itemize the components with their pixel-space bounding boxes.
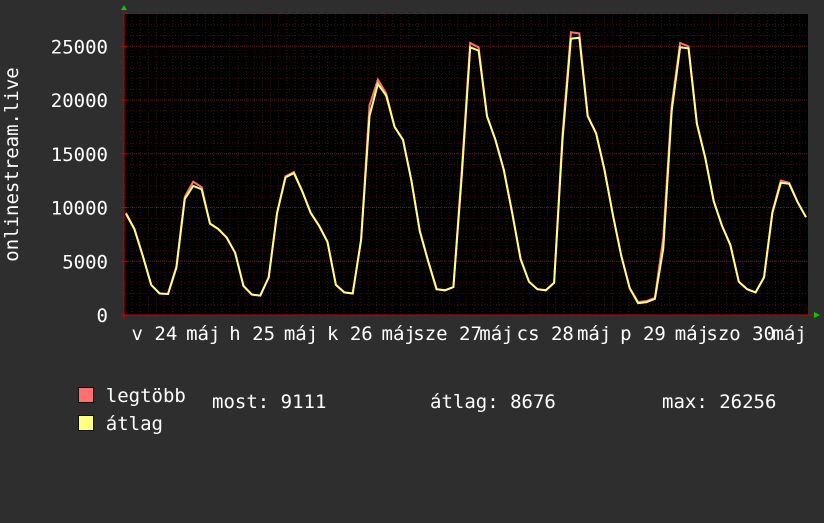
x-tick-label: máj	[577, 323, 611, 345]
legend-avg-row: átlag most: 9111 átlag: 8676 max: 26256	[32, 391, 812, 435]
x-axis-arrow	[814, 312, 820, 318]
stat-now: most: 9111	[212, 391, 327, 413]
x-tick-label: máj	[284, 323, 318, 345]
x-tick-label: máj	[479, 323, 513, 345]
x-tick-label: máj	[186, 323, 220, 345]
x-tick-label: p 29	[620, 323, 666, 345]
x-tick-label: h 25	[229, 323, 275, 345]
x-tick-label: máj	[382, 323, 416, 345]
x-tick-label: szo 30	[706, 323, 775, 345]
y-tick-label: 5000	[62, 251, 108, 273]
stat-max: max: 26256	[662, 391, 777, 413]
stat-average: átlag: 8676	[430, 391, 556, 413]
y-axis-arrow	[121, 5, 127, 10]
y-tick-label: 25000	[51, 36, 108, 58]
x-tick-label: sze 27	[413, 323, 482, 345]
legend-max-row: legtöbb	[32, 363, 186, 407]
legend-avg-label: átlag	[105, 413, 163, 435]
stream-chart: 0 5000 10000 15000 20000 25000 onlinestream.li…	[1, 5, 820, 345]
x-tick-label: k 26	[327, 323, 373, 345]
x-tick-label: v 24	[132, 323, 178, 345]
y-tick-label: 15000	[51, 144, 108, 166]
y-tick-label: 0	[97, 305, 108, 327]
y-tick-label: 20000	[51, 90, 108, 112]
y-axis-label: onlinestream.live	[1, 67, 23, 261]
x-tick-label: máj	[772, 323, 806, 345]
x-tick-label: máj	[675, 323, 709, 345]
avg-swatch	[77, 415, 94, 431]
y-tick-label: 10000	[51, 198, 108, 220]
graph-panel: 0 5000 10000 15000 20000 25000 onlinestream.li…	[0, 0, 824, 435]
x-tick-label: cs 28	[517, 323, 574, 345]
